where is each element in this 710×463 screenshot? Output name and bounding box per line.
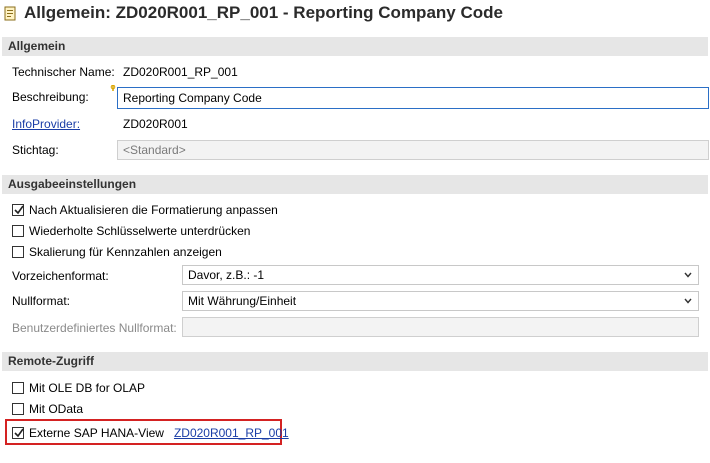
checkbox-adjust-formatting[interactable]: Nach Aktualisieren die Formatierung anpa… [12,203,278,217]
checkbox-label: Nach Aktualisieren die Formatierung anpa… [29,203,278,217]
checkbox-suppress-keys[interactable]: Wiederholte Schlüsselwerte unterdrücken [12,224,250,238]
keydate-field[interactable]: <Standard> [117,140,709,160]
chevron-down-icon[interactable] [682,268,694,282]
checkbox-ole-db[interactable]: Mit OLE DB for OLAP [12,381,145,395]
section-header-remote[interactable]: Remote-Zugriff [2,352,708,371]
description-label: Beschreibung: [12,90,89,104]
hana-view-link[interactable]: ZD020R001_RP_001 [174,426,289,440]
checkmark-icon [14,205,24,215]
infoprovider-link[interactable]: InfoProvider: [12,117,80,131]
checkbox-box[interactable] [12,403,24,415]
description-input[interactable]: Reporting Company Code [117,87,709,109]
zero-format-label: Nullformat: [12,294,71,308]
keydate-label: Stichtag: [12,143,59,157]
custom-zero-format-field[interactable] [182,317,699,337]
zero-format-select[interactable]: Mit Währung/Einheit [182,291,699,311]
checkmark-icon [14,428,24,438]
checkbox-box[interactable] [12,246,24,258]
chevron-down-icon[interactable] [682,294,694,308]
checkbox-label: Mit OLE DB for OLAP [29,381,146,395]
custom-zero-format-label: Benutzerdefiniertes Nullformat: [12,321,177,335]
page-title: Allgemein: ZD020R001_RP_001 - Reporting … [24,3,503,22]
checkbox-box[interactable] [12,225,24,237]
title-bar: Allgemein: ZD020R001_RP_001 - Reporting … [0,0,710,30]
zero-format-value: Mit Währung/Einheit [188,294,297,308]
checkbox-box[interactable] [12,382,24,394]
tech-name-label: Technischer Name: [12,65,115,79]
sign-format-select[interactable]: Davor, z.B.: -1 [182,265,699,285]
checkbox-label: Wiederholte Schlüsselwerte unterdrücken [29,224,251,238]
checkbox-box[interactable] [12,427,24,439]
infoprovider-value: ZD020R001 [123,117,188,131]
checkbox-odata[interactable]: Mit OData [12,402,83,416]
section-header-general[interactable]: Allgemein [2,37,708,56]
query-document-icon [4,6,16,21]
sign-format-label: Vorzeichenformat: [12,269,109,283]
required-marker-icon [110,85,116,91]
checkbox-label: Mit OData [29,402,84,416]
sign-format-value: Davor, z.B.: -1 [188,268,265,282]
checkbox-external-hana-view[interactable]: Externe SAP HANA-View ZD020R001_RP_001 [12,426,289,440]
checkbox-show-scaling[interactable]: Skalierung für Kennzahlen anzeigen [12,245,222,259]
section-header-output[interactable]: Ausgabeeinstellungen [2,175,708,194]
checkbox-label: Externe SAP HANA-View [29,426,164,440]
tech-name-value: ZD020R001_RP_001 [123,65,238,79]
checkbox-box[interactable] [12,204,24,216]
checkbox-label: Skalierung für Kennzahlen anzeigen [29,245,222,259]
